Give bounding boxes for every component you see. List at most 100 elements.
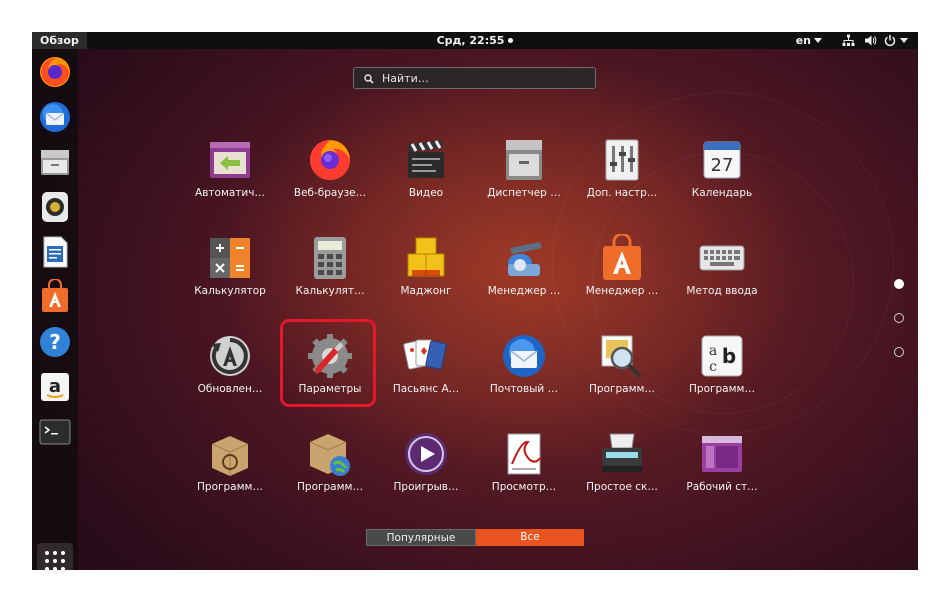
app-simple-scan[interactable]: Простое ск… [572, 430, 672, 514]
search-icon [364, 74, 374, 84]
search-input[interactable]: Найти… [353, 67, 596, 89]
video-clapper-icon [408, 140, 444, 178]
app-label: Маджонг [400, 285, 452, 297]
mahjongg-icon [407, 237, 445, 277]
show-apps-icon [45, 551, 65, 570]
app-web-browser[interactable]: Веб-браузе… [280, 136, 380, 220]
app-mail-client[interactable]: Почтовый … [474, 332, 574, 416]
app-calculator[interactable]: Калькулятор [180, 234, 280, 318]
app-label: Простое ск… [586, 481, 658, 493]
document-viewer-icon [507, 433, 541, 475]
file-cabinet-icon [506, 140, 542, 180]
app-label: Менеджер … [585, 285, 659, 297]
app-label: Видео [408, 187, 444, 199]
app-image-viewer[interactable]: Программ… [572, 332, 672, 416]
app-file-manager[interactable]: Диспетчер … [474, 136, 574, 220]
app-label: Проигрыв… [393, 481, 459, 493]
clock[interactable]: Срд, 22:55 [32, 32, 918, 49]
scanner-icon [602, 433, 642, 472]
tab-all[interactable]: Все [476, 529, 584, 546]
app-label: Диспетчер … [487, 187, 561, 199]
app-package-updates[interactable]: Программ… [280, 430, 380, 514]
rhythmbox-icon[interactable] [37, 189, 73, 225]
app-label: Обновлен… [197, 383, 263, 395]
package-debian-icon [211, 436, 249, 476]
chevron-down-icon [814, 38, 822, 43]
calculator-classic-icon [314, 237, 346, 279]
svg-text:a: a [49, 376, 61, 397]
keyboard-icon [699, 245, 745, 271]
app-software-updater[interactable]: Обновлен… [180, 332, 280, 416]
app-software-manager[interactable]: Менеджер … [572, 234, 672, 318]
firefox-icon[interactable] [37, 54, 73, 90]
power-icon[interactable] [884, 34, 896, 47]
page-indicator-3[interactable] [894, 347, 904, 357]
tweaks-icon [605, 139, 639, 181]
help-icon[interactable]: ? [37, 324, 73, 360]
page-indicator-2[interactable] [894, 313, 904, 323]
software-manager-icon [603, 234, 641, 280]
notification-dot-icon [508, 38, 514, 43]
volume-icon[interactable] [864, 34, 877, 47]
app-label: Программ… [197, 481, 263, 493]
app-remote-desktop[interactable]: Рабочий ст… [672, 430, 772, 514]
app-label: Пасьянс А… [392, 383, 460, 395]
amazon-icon[interactable]: a [37, 369, 73, 405]
font-viewer-icon: a c b [701, 335, 743, 377]
app-label: Веб-браузе… [293, 187, 367, 199]
thunderbird-icon [503, 335, 545, 377]
app-startup-applications[interactable]: Автоматич… [180, 136, 280, 220]
software-icon[interactable] [37, 279, 73, 315]
app-media-player[interactable]: Проигрыв… [376, 430, 476, 514]
app-font-viewer[interactable]: a c b Программ… [672, 332, 772, 416]
startup-apps-icon [210, 142, 250, 178]
search-placeholder: Найти… [382, 72, 429, 85]
app-power-manager[interactable]: Менеджер … [474, 234, 574, 318]
terminal-icon[interactable] [37, 414, 73, 450]
language-indicator[interactable]: en [796, 32, 822, 49]
top-bar: Обзор Срд, 22:55 en [32, 32, 918, 49]
app-label: Программ… [297, 481, 363, 493]
svg-text:?: ? [49, 330, 61, 354]
page-indicator-1[interactable] [894, 279, 904, 289]
desktop-screen: Обзор Срд, 22:55 en ? a Найти… Автоматич… [32, 32, 918, 570]
app-label: Калькулятор [194, 285, 266, 297]
show-applications-button[interactable] [37, 543, 73, 570]
app-tweaks[interactable]: Доп. настр… [572, 136, 672, 220]
app-input-method[interactable]: Метод ввода [672, 234, 772, 318]
calendar-icon: 27 [703, 141, 741, 179]
thunderbird-icon[interactable] [37, 99, 73, 135]
remote-desktop-icon [702, 436, 742, 472]
app-label: Доп. настр… [586, 187, 658, 199]
app-label: Программ… [689, 383, 755, 395]
svg-text:b: b [722, 344, 736, 368]
app-label: Программ… [589, 383, 655, 395]
app-calculator-classic[interactable]: Калькулят… [280, 234, 380, 318]
clock-text: Срд, 22:55 [436, 34, 505, 47]
update-icon [210, 336, 250, 376]
app-label: Просмотр… [491, 481, 557, 493]
media-player-icon [405, 433, 447, 475]
firefox-icon [310, 140, 350, 180]
app-label: Менеджер … [487, 285, 561, 297]
app-package-installer[interactable]: Программ… [180, 430, 280, 514]
app-calendar[interactable]: 27 Календарь [672, 136, 772, 220]
writer-icon[interactable] [37, 234, 73, 270]
app-video[interactable]: Видео [376, 136, 476, 220]
tab-frequent[interactable]: Популярные [366, 529, 476, 546]
app-label: Калькулят… [295, 285, 365, 297]
svg-text:c: c [709, 359, 717, 375]
app-label: Метод ввода [686, 285, 758, 297]
language-label: en [795, 34, 811, 47]
network-icon[interactable] [842, 34, 855, 47]
system-menu-chevron-icon[interactable] [900, 38, 908, 43]
app-mahjongg[interactable]: Маджонг [376, 234, 476, 318]
app-label: Почтовый … [489, 383, 559, 395]
svg-text:a: a [709, 343, 717, 359]
app-label: Автоматич… [195, 187, 265, 199]
highlight-box [280, 319, 376, 407]
power-manager-icon [508, 242, 542, 276]
app-document-viewer[interactable]: Просмотр… [474, 430, 574, 514]
app-solitaire[interactable]: Пасьянс А… [376, 332, 476, 416]
files-icon[interactable] [37, 144, 73, 180]
